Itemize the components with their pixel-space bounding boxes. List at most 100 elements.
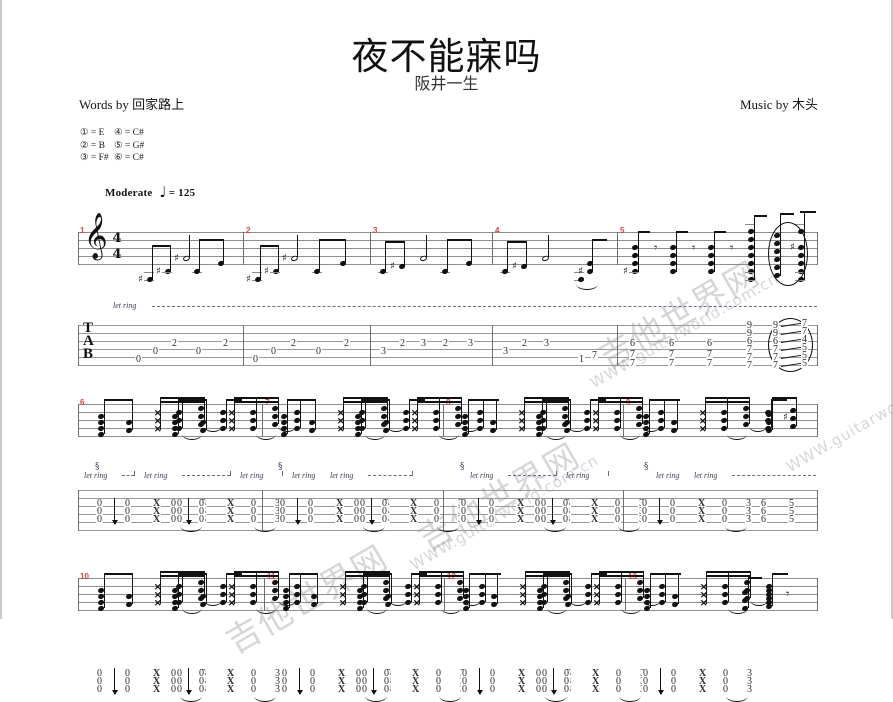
tie xyxy=(180,696,202,702)
tie xyxy=(749,426,767,432)
tab-fret: 0 xyxy=(722,676,729,687)
note-stem xyxy=(206,574,208,604)
tie xyxy=(546,434,566,440)
tab-fret: 2 xyxy=(521,338,528,349)
tab-fret: 3 xyxy=(745,514,752,525)
segno-icon: § xyxy=(460,462,465,472)
tab-fret: X xyxy=(409,514,419,525)
tab-fret: X xyxy=(152,676,162,687)
tie xyxy=(547,608,567,614)
beam xyxy=(598,400,643,403)
beam xyxy=(543,573,572,576)
muted-notehead: ✕ xyxy=(700,598,708,608)
tab-fret: 0 xyxy=(250,514,257,525)
note-stem xyxy=(497,574,499,604)
downstroke-arrow-icon xyxy=(184,498,194,525)
muted-notehead: ✕ xyxy=(699,424,707,434)
tab-fret: 2 xyxy=(399,338,406,349)
tie xyxy=(256,434,276,440)
muted-notehead: ✕ xyxy=(228,598,236,608)
tab-fret: 2 xyxy=(171,338,178,349)
tab-fret: 3 xyxy=(543,338,550,349)
note-stem xyxy=(206,400,208,430)
tab-fret: 5 xyxy=(801,358,808,369)
tuning-row: ① = E ④ = C# xyxy=(80,127,144,140)
tab-fret: X xyxy=(226,684,236,695)
muted-notehead: ✕ xyxy=(411,424,419,434)
beam xyxy=(178,573,207,576)
tab-fret: 0 xyxy=(252,354,259,365)
tab-fret: 0 xyxy=(170,676,177,687)
muted-notehead: ✕ xyxy=(411,408,419,418)
muted-notehead: ✕ xyxy=(593,582,601,592)
tie xyxy=(437,526,459,532)
note-stem xyxy=(345,572,347,604)
tab-fret: 0 xyxy=(435,684,442,695)
note-stem xyxy=(417,398,419,430)
tab-fret: 0 xyxy=(250,676,257,687)
music-credit: Music by 木头 xyxy=(739,97,818,112)
tab-fret: 0 xyxy=(433,514,440,525)
tab-fret: 0 xyxy=(489,668,496,679)
tuning-row: ③ = F# ⑥ = C# xyxy=(80,152,144,165)
tab-fret: 0 xyxy=(563,676,570,687)
note-stem xyxy=(132,574,134,604)
tab-fret: 0 xyxy=(198,514,205,525)
muted-notehead: ✕ xyxy=(154,416,162,426)
tab-fret: 0 xyxy=(124,668,131,679)
tab-fret: 0 xyxy=(355,684,362,695)
muted-notehead: ✕ xyxy=(337,408,345,418)
measure-number: 1 xyxy=(80,226,85,235)
tab-fret: X xyxy=(152,684,162,695)
tuning-string-4: ④ xyxy=(114,128,123,138)
tab-fret: X xyxy=(697,514,707,525)
tie xyxy=(545,696,567,702)
tab-fret: 0 xyxy=(315,346,322,357)
note-stem xyxy=(543,574,545,608)
tab-fret: 0 xyxy=(281,676,288,687)
barline xyxy=(264,578,265,611)
muted-notehead: ✕ xyxy=(228,590,236,600)
tie xyxy=(256,608,276,614)
barline xyxy=(625,578,626,611)
tab-fret: 0 xyxy=(355,676,362,687)
let-ring-label: let ring xyxy=(566,471,590,480)
beam xyxy=(650,573,679,576)
beam xyxy=(178,399,207,402)
tab-fret: 0 xyxy=(124,514,131,525)
note-stem xyxy=(649,400,651,434)
tab-fret: 2 xyxy=(290,338,297,349)
note-stem xyxy=(524,398,526,430)
tab-fret: 0 xyxy=(541,676,548,687)
tuning-string-1: ① xyxy=(80,128,89,138)
downstroke-arrow-icon xyxy=(655,498,665,525)
let-ring-label: let ring xyxy=(240,471,264,480)
watermark-url: WWW.guitarworld.com.cn xyxy=(783,353,893,476)
tie xyxy=(367,608,387,614)
tab-fret: 0 xyxy=(198,668,205,679)
tab-fret: 0 xyxy=(489,684,496,695)
tuning-string-2: ② xyxy=(80,140,89,151)
tab-fret: 0 xyxy=(670,676,677,687)
barline-tab xyxy=(243,325,244,366)
tab-fret: X xyxy=(698,668,708,679)
note-stem xyxy=(705,398,707,430)
note-stem xyxy=(677,400,679,430)
muted-notehead: ✕ xyxy=(413,590,421,600)
note-stem xyxy=(599,572,601,604)
tab-fret: 0 xyxy=(250,668,257,679)
note-stem xyxy=(315,400,317,430)
tab-fret: 0 xyxy=(381,514,388,525)
tab-fret: 0 xyxy=(563,668,570,679)
tab-fret: 0 xyxy=(670,668,677,679)
note-stem xyxy=(317,574,319,604)
tab-fret: 0 xyxy=(359,514,366,525)
tab-fret: X xyxy=(698,676,708,687)
tie xyxy=(727,434,747,440)
measure-number: 3 xyxy=(373,226,378,235)
note-stem xyxy=(772,576,774,606)
barline xyxy=(443,404,444,437)
tuning-note-6: = C# xyxy=(124,153,144,163)
tab-fret: 0 xyxy=(541,684,548,695)
muted-notehead: ✕ xyxy=(700,582,708,592)
